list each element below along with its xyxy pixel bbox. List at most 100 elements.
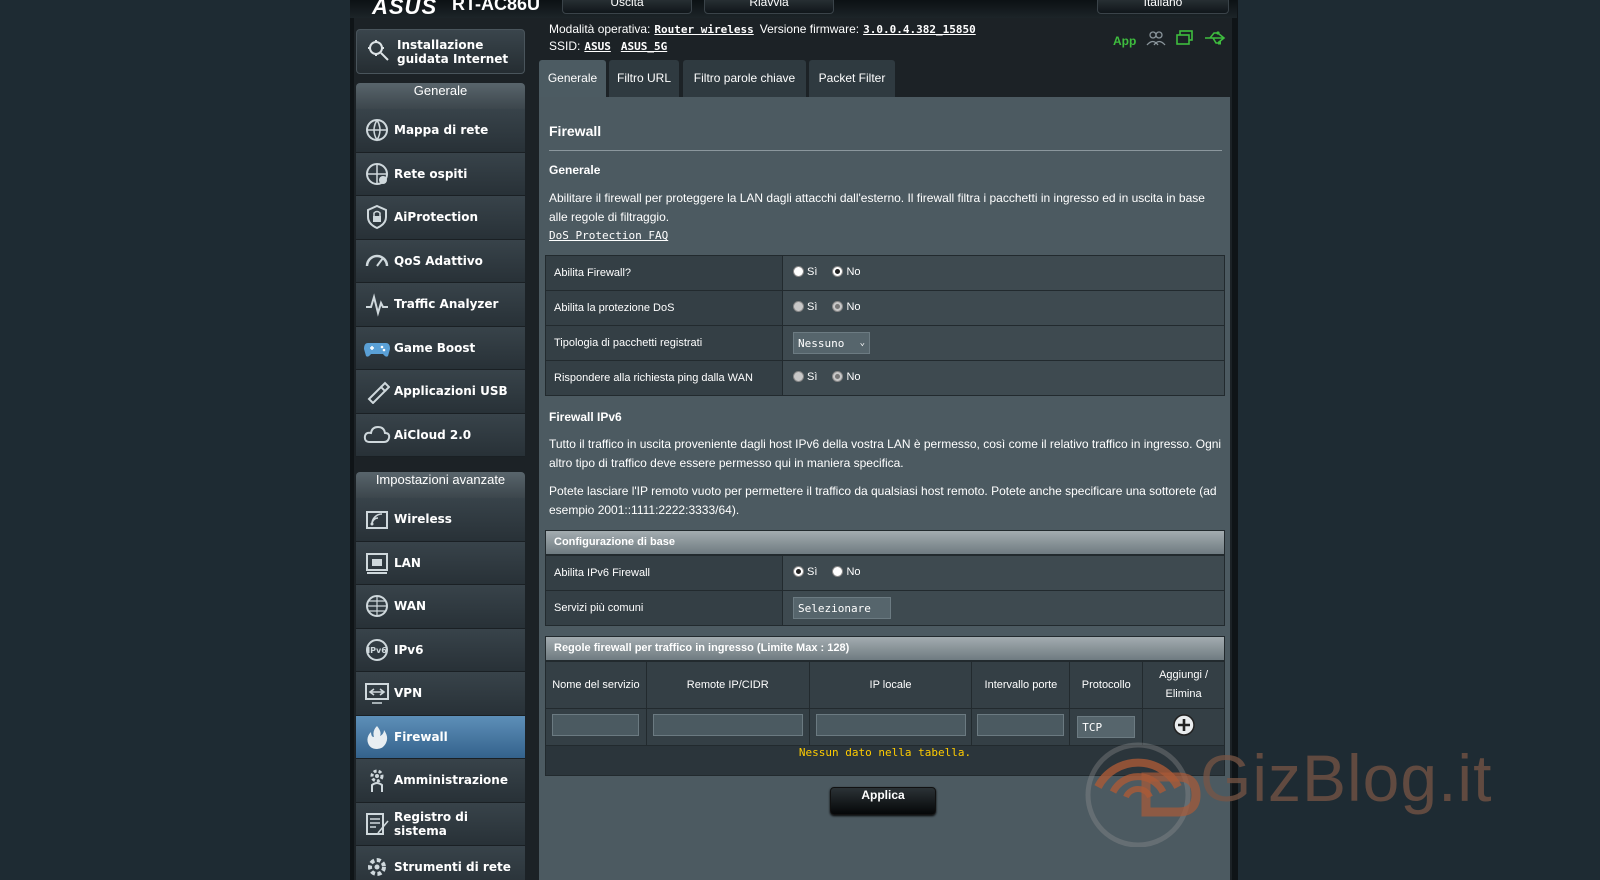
remote-ip-input[interactable] bbox=[652, 713, 803, 736]
lan-icon bbox=[362, 548, 392, 578]
sidebar-item-aicloud[interactable]: AiCloud 2.0 bbox=[356, 413, 525, 457]
sidebar-item-wan[interactable]: WAN bbox=[356, 585, 525, 629]
sidebar-item-administration[interactable]: Amministrazione bbox=[356, 759, 525, 803]
app-link[interactable]: App bbox=[1113, 34, 1136, 48]
ping-wan-yes[interactable]: Sì bbox=[793, 371, 817, 383]
ipv6-firewall-no[interactable]: No bbox=[832, 566, 861, 578]
qis-label: Installazione guidata Internet bbox=[397, 37, 509, 66]
ssid-info: SSID: ASUS ASUS_5G bbox=[549, 39, 673, 53]
mode-label: Modalità operativa: bbox=[549, 22, 651, 36]
radio-dot bbox=[832, 266, 844, 278]
radio-dot bbox=[793, 371, 804, 383]
ipv6-firewall-yes[interactable]: Sì bbox=[793, 566, 817, 578]
tab-packet-filter[interactable]: Packet Filter bbox=[809, 60, 895, 97]
sidebar-item-ipv6[interactable]: IPv6 IPv6 bbox=[356, 628, 525, 672]
sidebar-item-traffic-analyzer[interactable]: Traffic Analyzer bbox=[356, 283, 525, 327]
inbound-rules-heading: Regole firewall per traffico in ingresso… bbox=[545, 636, 1225, 661]
tab-keyword-filter[interactable]: Filtro parole chiave bbox=[683, 60, 806, 97]
sidebar-item-network-map[interactable]: Mappa di rete bbox=[356, 109, 525, 153]
radio-dot bbox=[793, 266, 804, 278]
log-type-select[interactable]: Nessuno ⌄ bbox=[793, 332, 870, 354]
sidebar-item-label: WAN bbox=[394, 599, 427, 614]
radio-dot bbox=[832, 301, 844, 313]
wireless-icon bbox=[362, 504, 392, 534]
wan-globe-icon bbox=[362, 591, 392, 621]
col-local-ip: IP locale bbox=[808, 661, 973, 709]
sidebar-item-system-log[interactable]: Registro di sistema bbox=[356, 802, 525, 846]
radio-label: Sì bbox=[807, 370, 818, 383]
enable-firewall-yes[interactable]: Sì bbox=[793, 266, 817, 278]
usb-status-icon[interactable] bbox=[1204, 31, 1226, 50]
advanced-menu: Impostazioni avanzate Wireless LAN WAN I… bbox=[356, 472, 525, 880]
sidebar-item-guest-network[interactable]: Rete ospiti bbox=[356, 152, 525, 196]
ipv6-description-1: Tutto il traffico in uscita proveniente … bbox=[549, 437, 1222, 470]
col-protocol: Protocollo bbox=[1069, 661, 1144, 709]
fw-label: Versione firmware: bbox=[759, 22, 860, 36]
advanced-menu-heading: Impostazioni avanzate bbox=[356, 472, 525, 498]
col-add-delete: Aggiungi / Elimina bbox=[1142, 661, 1225, 709]
sidebar-item-lan[interactable]: LAN bbox=[356, 541, 525, 585]
apply-button[interactable]: Applica bbox=[830, 787, 936, 815]
local-ip-input[interactable] bbox=[815, 713, 966, 736]
language-select[interactable]: Italiano bbox=[1097, 0, 1229, 14]
wizard-icon bbox=[365, 36, 391, 67]
sidebar-item-label: QoS Adattivo bbox=[394, 253, 483, 268]
local-ip-cell bbox=[808, 708, 973, 746]
basic-config-heading: Configurazione di base bbox=[545, 530, 1225, 555]
reboot-button[interactable]: Riavvia bbox=[704, 0, 834, 14]
protocol-value: TCP bbox=[1082, 720, 1103, 734]
sidebar-item-label: AiCloud 2.0 bbox=[394, 427, 472, 442]
dos-yes[interactable]: Sì bbox=[793, 301, 817, 313]
log-type-label: Tipologia di pacchetti registrati bbox=[545, 325, 783, 361]
sidebar-item-vpn[interactable]: VPN bbox=[356, 672, 525, 716]
service-name-cell bbox=[545, 708, 647, 746]
sidebar-item-network-tools[interactable]: Strumenti di rete bbox=[356, 846, 525, 880]
ipv6-firewall-options: Sì No bbox=[782, 555, 1225, 591]
sidebar-item-usb-apps[interactable]: Applicazioni USB bbox=[356, 370, 525, 414]
common-services-row: Servizi più comuni Selezionare bbox=[545, 590, 1225, 626]
ping-wan-no[interactable]: No bbox=[832, 371, 861, 383]
port-range-input[interactable] bbox=[977, 713, 1065, 736]
qis-button[interactable]: Installazione guidata Internet bbox=[356, 29, 525, 74]
general-menu-heading: Generale bbox=[356, 83, 525, 109]
sidebar-item-wireless[interactable]: Wireless bbox=[356, 498, 525, 542]
tab-general[interactable]: Generale bbox=[539, 60, 606, 97]
operation-info: Modalità operativa: Router wireless Versio… bbox=[549, 22, 982, 36]
clients-icon[interactable] bbox=[1146, 30, 1166, 51]
basic-config-table: Abilita IPv6 Firewall Sì No Servizi più … bbox=[545, 555, 1225, 626]
ping-wan-options: Sì No bbox=[782, 360, 1225, 396]
sidebar-item-firewall[interactable]: Firewall bbox=[356, 715, 525, 759]
sidebar-item-label: VPN bbox=[394, 686, 423, 701]
ssid-label: SSID: bbox=[549, 39, 581, 53]
system-log-icon bbox=[362, 809, 392, 839]
dos-faq-link[interactable]: DoS Protection FAQ bbox=[549, 229, 668, 242]
ssid-link-2[interactable]: ASUS_5G bbox=[621, 40, 667, 53]
mode-link[interactable]: Router wireless bbox=[654, 23, 753, 36]
dos-no[interactable]: No bbox=[832, 301, 861, 313]
general-menu: Generale Mappa di rete Rete ospiti AiPro… bbox=[356, 83, 525, 457]
firewall-settings-table: Abilita Firewall? Sì No Abilita la prote… bbox=[545, 255, 1225, 396]
chevron-down-icon: ⌄ bbox=[859, 338, 865, 348]
sidebar-item-qos[interactable]: QoS Adattivo bbox=[356, 239, 525, 283]
common-services-label: Servizi più comuni bbox=[545, 590, 783, 626]
sidebar-item-aiprotection[interactable]: AiProtection bbox=[356, 196, 525, 240]
firmware-link[interactable]: 3.0.0.4.382_15850 bbox=[863, 23, 976, 36]
enable-firewall-no[interactable]: No bbox=[832, 266, 861, 278]
admin-gear-icon bbox=[362, 765, 392, 795]
common-services-cell: Selezionare bbox=[782, 590, 1225, 626]
rules-header-row: Nome del servizio Remote IP/CIDR IP loca… bbox=[545, 661, 1225, 709]
usb-apps-icon bbox=[362, 376, 392, 406]
ipv6-firewall-label: Abilita IPv6 Firewall bbox=[545, 555, 783, 591]
tab-url-filter[interactable]: Filtro URL bbox=[609, 60, 679, 97]
protocol-select[interactable]: TCP bbox=[1077, 716, 1136, 738]
common-services-select[interactable]: Selezionare bbox=[793, 597, 891, 619]
ssid-link-1[interactable]: ASUS bbox=[584, 40, 611, 53]
radio-label: Sì bbox=[807, 565, 818, 578]
ping-wan-label: Rispondere alla richiesta ping dalla WAN bbox=[545, 360, 783, 396]
logout-button[interactable]: Uscita bbox=[562, 0, 692, 14]
service-name-input[interactable] bbox=[552, 713, 640, 736]
ping-wan-row: Rispondere alla richiesta ping dalla WAN… bbox=[545, 360, 1225, 396]
sidebar-item-label: Game Boost bbox=[394, 340, 476, 355]
screen-status-icon[interactable] bbox=[1176, 30, 1194, 51]
sidebar-item-game-boost[interactable]: Game Boost bbox=[356, 326, 525, 370]
